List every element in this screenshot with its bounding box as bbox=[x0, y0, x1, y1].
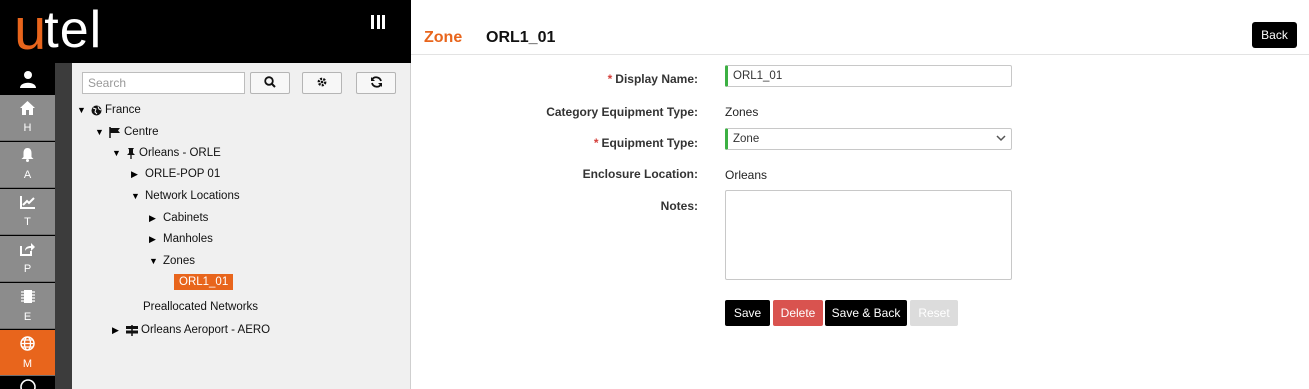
tree-node-label: France bbox=[105, 104, 141, 116]
signpost-icon bbox=[126, 324, 138, 336]
caret-down-icon[interactable]: ▼ bbox=[77, 105, 91, 115]
logo-u: u bbox=[14, 0, 46, 62]
entity-type-label: Zone bbox=[424, 29, 463, 46]
tree-node-orl1-01[interactable]: ORL1_01 bbox=[174, 272, 234, 292]
required-marker: * bbox=[593, 136, 599, 150]
reset-button[interactable]: Reset bbox=[910, 300, 958, 326]
tree-node-label: Orleans - ORLE bbox=[139, 147, 221, 159]
tree-node-france[interactable]: ▼ France bbox=[77, 101, 141, 119]
tree-node-centre[interactable]: ▼ Centre bbox=[95, 123, 159, 141]
rail-item-trends[interactable]: T bbox=[0, 189, 55, 235]
search-button[interactable] bbox=[250, 72, 290, 94]
save-and-back-button[interactable]: Save & Back bbox=[825, 300, 907, 326]
required-marker: * bbox=[607, 72, 613, 86]
enclosure-location-label: Enclosure Location: bbox=[408, 167, 698, 181]
tree-node-orle-pop[interactable]: ▶ ORLE-POP 01 bbox=[131, 165, 220, 183]
caret-right-icon[interactable]: ▶ bbox=[112, 325, 126, 336]
equipment-type-label: * Equipment Type: bbox=[408, 136, 698, 150]
rail-divider bbox=[55, 63, 72, 389]
bell-icon bbox=[21, 148, 34, 165]
tree-node-label: Centre bbox=[124, 126, 159, 138]
tree-node-orleans[interactable]: ▼ Orleans - ORLE bbox=[112, 144, 221, 162]
tree-node-label: ORLE-POP 01 bbox=[145, 168, 221, 180]
tree-node-manholes[interactable]: ▶ Manholes bbox=[149, 230, 213, 248]
display-name-value: ORL1_01 bbox=[733, 70, 783, 82]
caret-down-icon[interactable]: ▼ bbox=[112, 148, 126, 158]
logo-tel: tel bbox=[44, 1, 103, 59]
caret-right-icon[interactable]: ▶ bbox=[149, 234, 163, 245]
rail-item-home[interactable]: H bbox=[0, 95, 55, 141]
tree-node-orleans-aero[interactable]: ▶ Orleans Aeroport - AERO bbox=[112, 321, 270, 339]
rail-item-label: A bbox=[23, 169, 32, 181]
back-button[interactable]: Back bbox=[1252, 22, 1297, 48]
rail-item-label: H bbox=[23, 122, 32, 134]
caret-down-icon[interactable]: ▼ bbox=[149, 256, 163, 266]
rail-item-label: M bbox=[22, 357, 33, 370]
tree-node-label: Zones bbox=[163, 255, 195, 267]
search-icon bbox=[264, 75, 276, 91]
tree-node-label: Cabinets bbox=[163, 212, 209, 224]
globe-icon bbox=[20, 335, 35, 354]
menu-toggle-icon[interactable] bbox=[371, 15, 385, 29]
rail-more-icon[interactable] bbox=[0, 377, 55, 389]
chart-icon bbox=[20, 195, 35, 212]
refresh-icon bbox=[370, 75, 383, 91]
tree-node-cabinets[interactable]: ▶ Cabinets bbox=[149, 209, 208, 227]
category-equipment-type-label: Category Equipment Type: bbox=[408, 105, 698, 119]
rail-item-label: P bbox=[23, 263, 32, 275]
rail-item-label: T bbox=[24, 215, 31, 228]
display-name-field[interactable]: ORL1_01 bbox=[725, 65, 1012, 87]
caret-down-icon[interactable]: ▼ bbox=[131, 191, 145, 201]
tree-node-network-locations[interactable]: ▼ Network Locations bbox=[131, 187, 240, 205]
pin-icon bbox=[126, 147, 136, 159]
chip-icon bbox=[20, 289, 35, 307]
page-title: ORL1_01 bbox=[486, 29, 556, 46]
tree-node-label: Network Locations bbox=[145, 190, 240, 202]
rail-item-label: E bbox=[23, 310, 32, 323]
equipment-type-select[interactable]: Zone bbox=[725, 128, 1012, 150]
field-label-text: Display Name: bbox=[615, 72, 698, 86]
settings-button[interactable] bbox=[302, 72, 342, 94]
save-button[interactable]: Save bbox=[725, 300, 770, 326]
chevron-down-icon bbox=[996, 133, 1006, 145]
tree-node-label: Orleans Aeroport - AERO bbox=[141, 324, 271, 336]
utel-logo: u tel bbox=[14, 0, 103, 62]
field-label-text: Category Equipment Type: bbox=[546, 105, 698, 119]
rail-item-alerts[interactable]: A bbox=[0, 142, 55, 188]
display-name-label: * Display Name: bbox=[408, 72, 698, 86]
tree-node-label: Manholes bbox=[163, 233, 213, 245]
record-header: Zone ORL1_01 Back bbox=[411, 0, 1309, 55]
equipment-type-value: Zone bbox=[733, 133, 760, 145]
nav-rail: H A T P E M bbox=[0, 63, 55, 389]
tree-panel: ▼ France ▼ Centre ▼ Orleans - ORLE ▶ ORL… bbox=[72, 63, 411, 389]
notes-label: Notes: bbox=[408, 199, 698, 213]
share-icon bbox=[20, 242, 35, 259]
globe-icon bbox=[91, 105, 102, 116]
caret-down-icon[interactable]: ▼ bbox=[95, 127, 109, 137]
tree-node-zones[interactable]: ▼ Zones bbox=[149, 252, 195, 270]
user-icon[interactable] bbox=[0, 63, 55, 95]
rail-item-map[interactable]: M bbox=[0, 330, 55, 376]
enclosure-location-value: Orleans bbox=[725, 168, 768, 182]
home-icon bbox=[20, 101, 35, 118]
flag-icon bbox=[109, 126, 121, 138]
caret-right-icon[interactable]: ▶ bbox=[149, 213, 163, 224]
caret-right-icon[interactable]: ▶ bbox=[131, 169, 145, 180]
notes-textarea[interactable] bbox=[725, 190, 1012, 280]
refresh-button[interactable] bbox=[356, 72, 396, 94]
selected-tree-node[interactable]: ORL1_01 bbox=[174, 274, 234, 290]
tree-search-input[interactable] bbox=[82, 72, 245, 94]
gear-icon bbox=[316, 76, 328, 91]
field-label-text: Equipment Type: bbox=[601, 136, 698, 150]
tree-node-preallocated[interactable]: Preallocated Networks bbox=[143, 298, 258, 316]
field-label-text: Enclosure Location: bbox=[582, 167, 698, 181]
tree-node-label: Preallocated Networks bbox=[143, 301, 259, 313]
category-equipment-type-value: Zones bbox=[725, 105, 759, 119]
app-header: u tel bbox=[0, 0, 411, 63]
rail-item-publish[interactable]: P bbox=[0, 236, 55, 282]
delete-button[interactable]: Delete bbox=[773, 300, 823, 326]
rail-item-equipment[interactable]: E bbox=[0, 283, 55, 329]
field-label-text: Notes: bbox=[660, 199, 698, 213]
